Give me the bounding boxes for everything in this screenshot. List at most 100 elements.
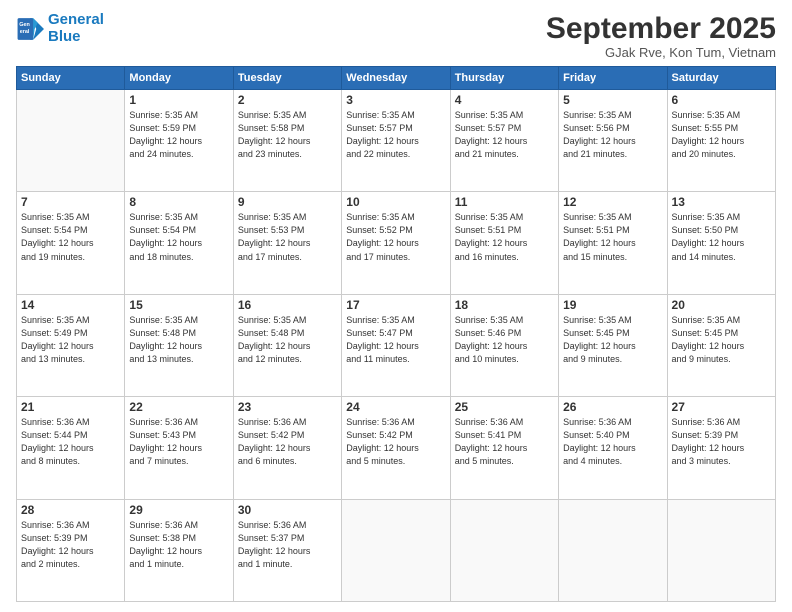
day-info: Sunrise: 5:36 AM Sunset: 5:42 PM Dayligh… xyxy=(346,416,445,468)
calendar-cell xyxy=(342,499,450,601)
day-info: Sunrise: 5:35 AM Sunset: 5:52 PM Dayligh… xyxy=(346,211,445,263)
day-number: 12 xyxy=(563,195,662,209)
calendar-cell: 27Sunrise: 5:36 AM Sunset: 5:39 PM Dayli… xyxy=(667,397,775,499)
day-info: Sunrise: 5:36 AM Sunset: 5:40 PM Dayligh… xyxy=(563,416,662,468)
logo-text: General Blue xyxy=(48,12,104,45)
logo: Gen eral General Blue xyxy=(16,12,104,45)
page: Gen eral General Blue September 2025 GJa… xyxy=(0,0,792,612)
day-info: Sunrise: 5:35 AM Sunset: 5:57 PM Dayligh… xyxy=(346,109,445,161)
day-header-thursday: Thursday xyxy=(450,67,558,90)
day-number: 20 xyxy=(672,298,771,312)
logo-icon: Gen eral xyxy=(16,15,44,43)
week-row-1: 1 Sunrise: 5:35 AM Sunset: 5:59 PM Daylig… xyxy=(17,90,776,192)
header-row: SundayMondayTuesdayWednesdayThursdayFrid… xyxy=(17,67,776,90)
day-number: 18 xyxy=(455,298,554,312)
calendar-cell: 12 Sunrise: 5:35 AM Sunset: 5:51 PM Dayli… xyxy=(559,192,667,294)
day-info: Sunrise: 5:35 AM Sunset: 5:55 PM Dayligh… xyxy=(672,109,771,161)
day-info: Sunrise: 5:35 AM Sunset: 5:49 PM Dayligh… xyxy=(21,314,120,366)
calendar-cell: 25Sunrise: 5:36 AM Sunset: 5:41 PM Dayli… xyxy=(450,397,558,499)
calendar-cell: 8 Sunrise: 5:35 AM Sunset: 5:54 PM Daylig… xyxy=(125,192,233,294)
day-info: Sunrise: 5:36 AM Sunset: 5:43 PM Dayligh… xyxy=(129,416,228,468)
day-info: Sunrise: 5:36 AM Sunset: 5:39 PM Dayligh… xyxy=(21,519,120,571)
calendar-cell: 21Sunrise: 5:36 AM Sunset: 5:44 PM Dayli… xyxy=(17,397,125,499)
calendar-cell: 2 Sunrise: 5:35 AM Sunset: 5:58 PM Daylig… xyxy=(233,90,341,192)
week-row-5: 28 Sunrise: 5:36 AM Sunset: 5:39 PM Dayli… xyxy=(17,499,776,601)
day-number: 15 xyxy=(129,298,228,312)
calendar-cell: 28 Sunrise: 5:36 AM Sunset: 5:39 PM Dayli… xyxy=(17,499,125,601)
header: Gen eral General Blue September 2025 GJa… xyxy=(16,12,776,60)
day-info: Sunrise: 5:36 AM Sunset: 5:41 PM Dayligh… xyxy=(455,416,554,468)
day-info: Sunrise: 5:35 AM Sunset: 5:46 PM Dayligh… xyxy=(455,314,554,366)
week-row-2: 7Sunrise: 5:35 AM Sunset: 5:54 PM Daylig… xyxy=(17,192,776,294)
day-info: Sunrise: 5:36 AM Sunset: 5:42 PM Dayligh… xyxy=(238,416,337,468)
day-info: Sunrise: 5:35 AM Sunset: 5:57 PM Dayligh… xyxy=(455,109,554,161)
day-info: Sunrise: 5:35 AM Sunset: 5:54 PM Dayligh… xyxy=(129,211,228,263)
week-row-3: 14 Sunrise: 5:35 AM Sunset: 5:49 PM Dayli… xyxy=(17,294,776,396)
day-number: 11 xyxy=(455,195,554,209)
day-number: 8 xyxy=(129,195,228,209)
day-number: 2 xyxy=(238,93,337,107)
calendar-subtitle: GJak Rve, Kon Tum, Vietnam xyxy=(546,45,776,60)
day-header-monday: Monday xyxy=(125,67,233,90)
day-number: 22 xyxy=(129,400,228,414)
calendar-cell: 20 Sunrise: 5:35 AM Sunset: 5:45 PM Dayli… xyxy=(667,294,775,396)
day-info: Sunrise: 5:35 AM Sunset: 5:58 PM Dayligh… xyxy=(238,109,337,161)
calendar-cell: 5Sunrise: 5:35 AM Sunset: 5:56 PM Daylig… xyxy=(559,90,667,192)
day-number: 17 xyxy=(346,298,445,312)
day-header-sunday: Sunday xyxy=(17,67,125,90)
day-header-wednesday: Wednesday xyxy=(342,67,450,90)
calendar-cell: 13Sunrise: 5:35 AM Sunset: 5:50 PM Dayli… xyxy=(667,192,775,294)
day-header-saturday: Saturday xyxy=(667,67,775,90)
calendar-cell: 29 Sunrise: 5:36 AM Sunset: 5:38 PM Dayli… xyxy=(125,499,233,601)
day-number: 16 xyxy=(238,298,337,312)
svg-text:eral: eral xyxy=(20,28,30,34)
calendar-cell: 26 Sunrise: 5:36 AM Sunset: 5:40 PM Dayli… xyxy=(559,397,667,499)
day-number: 1 xyxy=(129,93,228,107)
day-info: Sunrise: 5:35 AM Sunset: 5:54 PM Dayligh… xyxy=(21,211,120,263)
day-info: Sunrise: 5:35 AM Sunset: 5:51 PM Dayligh… xyxy=(563,211,662,263)
day-number: 27 xyxy=(672,400,771,414)
day-info: Sunrise: 5:35 AM Sunset: 5:56 PM Dayligh… xyxy=(563,109,662,161)
calendar-cell xyxy=(667,499,775,601)
calendar-table: SundayMondayTuesdayWednesdayThursdayFrid… xyxy=(16,66,776,602)
calendar-cell: 19Sunrise: 5:35 AM Sunset: 5:45 PM Dayli… xyxy=(559,294,667,396)
day-number: 3 xyxy=(346,93,445,107)
day-number: 28 xyxy=(21,503,120,517)
calendar-cell: 16Sunrise: 5:35 AM Sunset: 5:48 PM Dayli… xyxy=(233,294,341,396)
calendar-cell: 1 Sunrise: 5:35 AM Sunset: 5:59 PM Daylig… xyxy=(125,90,233,192)
week-row-4: 21Sunrise: 5:36 AM Sunset: 5:44 PM Dayli… xyxy=(17,397,776,499)
day-number: 21 xyxy=(21,400,120,414)
calendar-cell: 22 Sunrise: 5:36 AM Sunset: 5:43 PM Dayli… xyxy=(125,397,233,499)
day-header-friday: Friday xyxy=(559,67,667,90)
calendar-cell: 24 Sunrise: 5:36 AM Sunset: 5:42 PM Dayli… xyxy=(342,397,450,499)
day-number: 26 xyxy=(563,400,662,414)
day-number: 23 xyxy=(238,400,337,414)
day-number: 24 xyxy=(346,400,445,414)
day-header-tuesday: Tuesday xyxy=(233,67,341,90)
calendar-cell: 6Sunrise: 5:35 AM Sunset: 5:55 PM Daylig… xyxy=(667,90,775,192)
day-number: 9 xyxy=(238,195,337,209)
svg-text:Gen: Gen xyxy=(19,21,30,27)
day-number: 14 xyxy=(21,298,120,312)
day-info: Sunrise: 5:35 AM Sunset: 5:47 PM Dayligh… xyxy=(346,314,445,366)
calendar-cell: 15Sunrise: 5:35 AM Sunset: 5:48 PM Dayli… xyxy=(125,294,233,396)
day-info: Sunrise: 5:36 AM Sunset: 5:37 PM Dayligh… xyxy=(238,519,337,571)
calendar-cell: 30 Sunrise: 5:36 AM Sunset: 5:37 PM Dayli… xyxy=(233,499,341,601)
calendar-cell: 11 Sunrise: 5:35 AM Sunset: 5:51 PM Dayli… xyxy=(450,192,558,294)
calendar-cell: 18 Sunrise: 5:35 AM Sunset: 5:46 PM Dayli… xyxy=(450,294,558,396)
day-number: 4 xyxy=(455,93,554,107)
logo-line1: General xyxy=(48,11,104,28)
day-number: 30 xyxy=(238,503,337,517)
calendar-cell: 23 Sunrise: 5:36 AM Sunset: 5:42 PM Dayli… xyxy=(233,397,341,499)
calendar-cell xyxy=(559,499,667,601)
day-info: Sunrise: 5:35 AM Sunset: 5:45 PM Dayligh… xyxy=(672,314,771,366)
calendar-cell: 9Sunrise: 5:35 AM Sunset: 5:53 PM Daylig… xyxy=(233,192,341,294)
calendar-cell: 3 Sunrise: 5:35 AM Sunset: 5:57 PM Daylig… xyxy=(342,90,450,192)
day-number: 13 xyxy=(672,195,771,209)
day-info: Sunrise: 5:36 AM Sunset: 5:38 PM Dayligh… xyxy=(129,519,228,571)
day-number: 29 xyxy=(129,503,228,517)
day-info: Sunrise: 5:35 AM Sunset: 5:51 PM Dayligh… xyxy=(455,211,554,263)
day-number: 10 xyxy=(346,195,445,209)
day-info: Sunrise: 5:35 AM Sunset: 5:59 PM Dayligh… xyxy=(129,109,228,161)
calendar-cell: 7Sunrise: 5:35 AM Sunset: 5:54 PM Daylig… xyxy=(17,192,125,294)
